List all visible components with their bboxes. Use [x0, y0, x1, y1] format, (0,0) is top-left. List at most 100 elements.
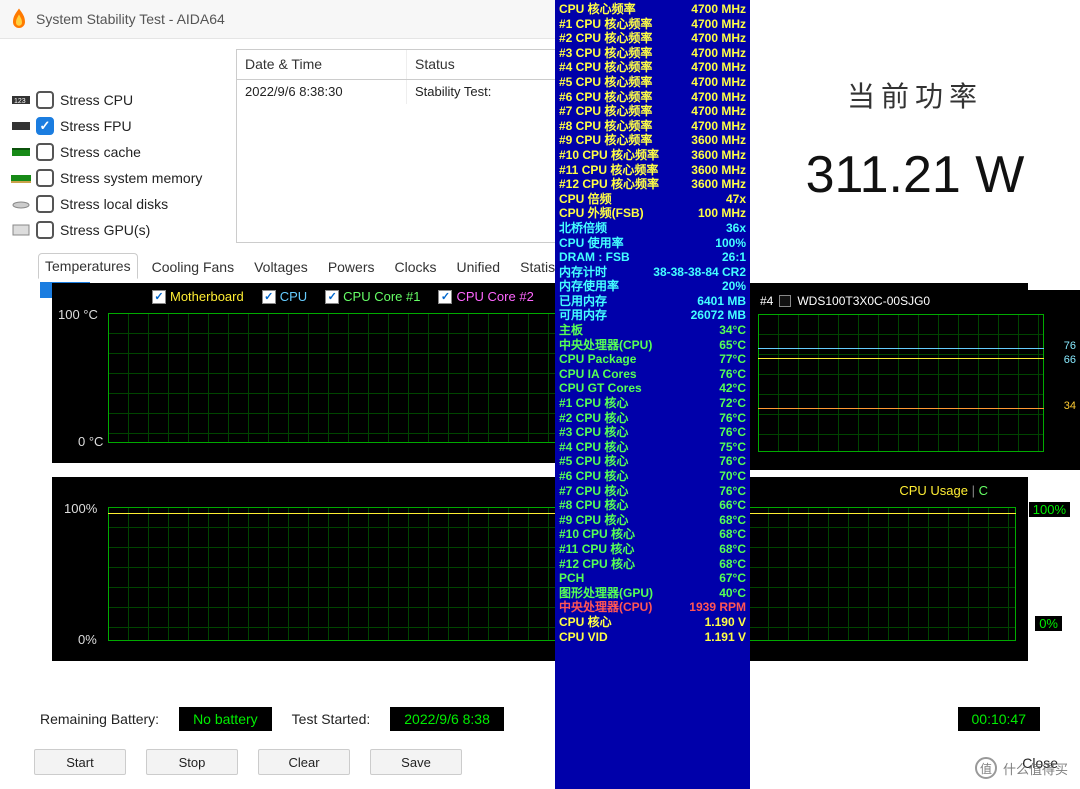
sensor-name: #12 CPU 核心频率: [559, 177, 659, 192]
stop-button[interactable]: Stop: [146, 749, 238, 775]
sensor-row: CPU 使用率100%: [559, 236, 746, 251]
stress-icon: [10, 118, 32, 134]
sensor-value: 68°C: [719, 557, 746, 572]
sensor-name: #8 CPU 核心: [559, 498, 628, 513]
usage-graph-title: CPU Usage | C: [899, 483, 988, 498]
tab-clocks[interactable]: Clocks: [389, 255, 443, 279]
sensor-row: CPU GT Cores42°C: [559, 381, 746, 396]
sensor-row: #9 CPU 核心频率3600 MHz: [559, 133, 746, 148]
start-button[interactable]: Start: [34, 749, 126, 775]
sensor-name: 可用内存: [559, 308, 607, 323]
sensor-row: 图形处理器(GPU)40°C: [559, 586, 746, 601]
trace-line: [758, 358, 1044, 359]
stress-icon: [10, 144, 32, 160]
sensor-value: 4700 MHz: [691, 104, 746, 119]
sensor-row: #10 CPU 核心频率3600 MHz: [559, 148, 746, 163]
stress-icon: 123: [10, 92, 32, 108]
graph-border: [758, 314, 1044, 452]
legend-label: CPU Core #1: [343, 289, 420, 304]
sensor-name: 已用内存: [559, 294, 607, 309]
clear-button[interactable]: Clear: [258, 749, 350, 775]
log-header-date[interactable]: Date & Time: [237, 50, 407, 79]
sensor-name: #10 CPU 核心频率: [559, 148, 659, 163]
usage-c: C: [979, 483, 988, 498]
legend-check-icon[interactable]: [779, 295, 791, 307]
sensor-value: 72°C: [719, 396, 746, 411]
sensor-row: #12 CPU 核心68°C: [559, 557, 746, 572]
save-button[interactable]: Save: [370, 749, 462, 775]
legend-check-icon[interactable]: [262, 290, 276, 304]
y-axis-hi: 100%: [64, 501, 97, 516]
sensor-name: #11 CPU 核心: [559, 542, 634, 557]
sensor-name: CPU IA Cores: [559, 367, 637, 382]
tab-unified[interactable]: Unified: [451, 255, 507, 279]
sensor-name: CPU VID: [559, 630, 608, 645]
sensor-value: 1.190 V: [705, 615, 746, 630]
sensor-row: CPU 核心频率4700 MHz: [559, 2, 746, 17]
value-label: 34: [1064, 400, 1076, 412]
stress-option[interactable]: Stress cache: [10, 139, 230, 165]
stress-label: Stress system memory: [60, 170, 202, 186]
sensor-value: 20%: [722, 279, 746, 294]
watermark-icon: 值: [975, 757, 997, 779]
sensor-value: 68°C: [719, 513, 746, 528]
legend-label: Motherboard: [170, 289, 244, 304]
tab-cooling-fans[interactable]: Cooling Fans: [146, 255, 241, 279]
sensor-name: CPU 核心频率: [559, 2, 636, 17]
sensor-row: #3 CPU 核心频率4700 MHz: [559, 46, 746, 61]
stress-icon: [10, 170, 32, 186]
trace-line: [758, 348, 1044, 349]
power-value: 311.21 W: [806, 145, 1025, 205]
sensor-row: #7 CPU 核心频率4700 MHz: [559, 104, 746, 119]
sensor-name: CPU 使用率: [559, 236, 624, 251]
sensor-panel: CPU 核心频率4700 MHz#1 CPU 核心频率4700 MHz#2 CP…: [555, 0, 750, 789]
checkbox[interactable]: [36, 117, 54, 135]
sensor-value: 77°C: [719, 352, 746, 367]
checkbox[interactable]: [36, 221, 54, 239]
sensor-row: 内存使用率20%: [559, 279, 746, 294]
disk-temp-graph: #4 WDS100T3X0C-00SJG0 76 76 66 34: [750, 290, 1080, 470]
sensor-name: 图形处理器(GPU): [559, 586, 653, 601]
sensor-value: 76°C: [719, 367, 746, 382]
sensor-row: 可用内存 26072 MB: [559, 308, 746, 323]
checkbox[interactable]: [36, 143, 54, 161]
legend-check-icon[interactable]: [152, 290, 166, 304]
checkbox[interactable]: [36, 169, 54, 187]
sensor-name: #3 CPU 核心: [559, 425, 628, 440]
sensor-name: #7 CPU 核心: [559, 484, 628, 499]
sensor-name: CPU Package: [559, 352, 636, 367]
sensor-row: CPU Package 77°C: [559, 352, 746, 367]
sensor-value: 47x: [726, 192, 746, 207]
sensor-value: 26072 MB: [691, 308, 746, 323]
sensor-value: 38-38-38-84 CR2: [653, 265, 746, 280]
sensor-row: 已用内存 6401 MB: [559, 294, 746, 309]
stress-option[interactable]: Stress local disks: [10, 191, 230, 217]
sensor-row: #2 CPU 核心76°C: [559, 411, 746, 426]
stress-label: Stress local disks: [60, 196, 168, 212]
stress-option[interactable]: Stress FPU: [10, 113, 230, 139]
sensor-value: 76°C: [719, 484, 746, 499]
right-y-hi: 100%: [1029, 502, 1070, 517]
legend-label: CPU: [280, 289, 307, 304]
sensor-row: #6 CPU 核心频率4700 MHz: [559, 90, 746, 105]
tab-powers[interactable]: Powers: [322, 255, 381, 279]
sensor-name: #11 CPU 核心频率: [559, 163, 658, 178]
sensor-row: #4 CPU 核心75°C: [559, 440, 746, 455]
legend-check-icon[interactable]: [325, 290, 339, 304]
checkbox[interactable]: [36, 195, 54, 213]
sensor-value: 67°C: [719, 571, 746, 586]
stress-option[interactable]: Stress system memory: [10, 165, 230, 191]
sensor-value: 6401 MB: [697, 294, 746, 309]
button-bar: Start Stop Clear Save: [34, 749, 462, 775]
sensor-name: #9 CPU 核心频率: [559, 133, 652, 148]
stress-option[interactable]: Stress GPU(s): [10, 217, 230, 243]
watermark: 值 什么值得买: [975, 757, 1068, 779]
tab-temperatures[interactable]: Temperatures: [38, 253, 138, 279]
stress-option[interactable]: 123Stress CPU: [10, 87, 230, 113]
legend-check-icon[interactable]: [438, 290, 452, 304]
tab-voltages[interactable]: Voltages: [248, 255, 314, 279]
sensor-row: CPU VID1.191 V: [559, 630, 746, 645]
checkbox[interactable]: [36, 91, 54, 109]
sensor-value: 68°C: [719, 542, 746, 557]
stress-options: 123Stress CPUStress FPUStress cache Stres…: [10, 49, 230, 243]
